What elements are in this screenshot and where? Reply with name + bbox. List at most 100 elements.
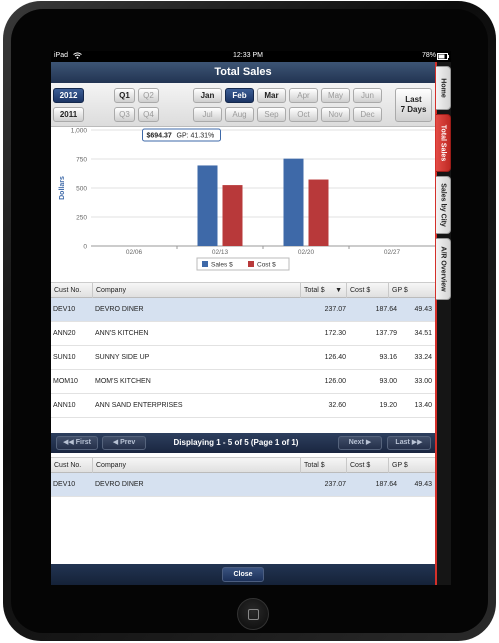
cell-total: 32.60 (328, 402, 346, 409)
cell-gp: 33.24 (414, 354, 432, 361)
y-tick-label: 0 (83, 244, 87, 251)
side-tab-home-label: Home (439, 78, 447, 98)
cell-gp: 49.43 (414, 306, 432, 313)
next-page-icon: ▶ (365, 439, 372, 446)
pager-first-button[interactable]: ◀◀ First (56, 436, 98, 450)
header-company[interactable]: Company (93, 283, 301, 299)
table-row[interactable]: DEV10 DEVRO DINER 237.07 187.64 49.43 (51, 298, 435, 322)
home-button[interactable] (237, 598, 269, 630)
pager-bar: ◀◀ First ◀ Prev Displaying 1 - 5 of 5 (P… (51, 433, 435, 453)
year-button-2011[interactable]: 2011 (53, 107, 84, 122)
pager-next-button[interactable]: Next ▶ (338, 436, 382, 450)
x-tick-label: 02/06 (126, 249, 143, 256)
header-cost[interactable]: Cost $ (347, 283, 389, 299)
cell-company: ANN'S KITCHEN (95, 330, 149, 337)
last-7-days-line1: Last (405, 95, 422, 104)
quarter-button-q4[interactable]: Q4 (138, 107, 159, 122)
cell-company: ANN SAND ENTERPRISES (95, 402, 183, 409)
sales-grid-header: Cust No. Company Total $ ▼ Cost $ GP $ (51, 282, 435, 299)
last-7-days-button[interactable]: Last 7 Days (395, 88, 432, 122)
month-button-apr[interactable]: Apr (289, 88, 318, 103)
quarter-button-q3[interactable]: Q3 (114, 107, 135, 122)
pager-prev-button[interactable]: ◀ Prev (102, 436, 146, 450)
year-button-2012[interactable]: 2012 (53, 88, 84, 103)
bar-sales (283, 158, 304, 246)
month-button-sep[interactable]: Sep (257, 107, 286, 122)
cell-cust: SUN10 (53, 354, 76, 361)
cell-total: 126.40 (324, 354, 346, 361)
y-tick-label: 500 (76, 186, 87, 193)
battery-icon (437, 53, 449, 62)
table-row[interactable]: SUN10 SUNNY SIDE UP 126.40 93.16 33.24 (51, 346, 435, 370)
table-row[interactable]: ANN20 ANN'S KITCHEN 172.30 137.79 34.51 (51, 322, 435, 346)
month-button-oct[interactable]: Oct (289, 107, 318, 122)
cell-company: SUNNY SIDE UP (95, 354, 150, 361)
y-axis-label: Dollars (59, 176, 66, 200)
legend-label: Sales $ (211, 262, 233, 269)
legend-label: Cost $ (257, 262, 276, 269)
cell-cust: ANN20 (53, 330, 76, 337)
clock: 12:33 PM (233, 52, 263, 59)
month-button-feb[interactable]: Feb (225, 88, 254, 103)
side-tab-total-sales-label: Total Sales (439, 124, 447, 162)
side-tab-home[interactable]: Home (436, 66, 451, 110)
month-button-dec[interactable]: Dec (353, 107, 382, 122)
y-tick-label: 1,000 (71, 128, 88, 135)
detail-header-cost[interactable]: Cost $ (347, 458, 389, 474)
header-total[interactable]: Total $ ▼ (301, 283, 347, 299)
bar-sales (197, 165, 218, 246)
detail-header-gp[interactable]: GP $ (389, 458, 435, 474)
month-button-nov[interactable]: Nov (321, 107, 350, 122)
prev-page-icon: ◀ (112, 439, 119, 446)
cell-total: 237.07 (324, 306, 346, 313)
pager-last-button[interactable]: Last ▶▶ (387, 436, 431, 450)
detail-header-total[interactable]: Total $ (301, 458, 347, 474)
legend-swatch (202, 261, 208, 267)
month-button-jul[interactable]: Jul (193, 107, 222, 122)
quarter-button-q1[interactable]: Q1 (114, 88, 135, 103)
status-bar: iPad 12:33 PM 78% (51, 51, 451, 62)
table-row[interactable]: ANN10 ANN SAND ENTERPRISES 32.60 19.20 13.40 (51, 394, 435, 418)
quarter-button-q2[interactable]: Q2 (138, 88, 159, 103)
detail-header-company[interactable]: Company (93, 458, 301, 474)
header-cust-no[interactable]: Cust No. (51, 283, 93, 299)
x-tick-label: 02/20 (298, 249, 315, 256)
y-tick-label: 750 (76, 157, 87, 164)
side-tab-ar-overview[interactable]: A/R Overview (436, 238, 451, 300)
y-tick-label: 250 (76, 215, 87, 222)
tooltip-detail: GP: 41.31% (177, 133, 215, 140)
header-total-label: Total $ (304, 287, 325, 294)
month-button-mar[interactable]: Mar (257, 88, 286, 103)
header-gp[interactable]: GP $ (389, 283, 435, 299)
cell-gp: 13.40 (414, 402, 432, 409)
cell-company: DEVRO DINER (95, 481, 144, 488)
detail-header-cust-no[interactable]: Cust No. (51, 458, 93, 474)
sales-chart: 0 250 500 750 1,000 Dollars 02/06 02/13 02/20 02/… (51, 127, 435, 282)
cell-company: DEVRO DINER (95, 306, 144, 313)
close-button[interactable]: Close (222, 567, 264, 582)
cell-cust: MOM10 (53, 378, 78, 385)
bar-cost (308, 179, 329, 246)
device-name: iPad (54, 52, 69, 59)
wifi-icon (73, 52, 82, 61)
side-tab-sales-by-city[interactable]: Sales by City (436, 176, 451, 234)
table-row[interactable]: MOM10 MOM'S KITCHEN 126.00 93.00 33.00 (51, 370, 435, 394)
battery-percent: 78% (422, 52, 437, 59)
month-button-jun[interactable]: Jun (353, 88, 382, 103)
month-button-aug[interactable]: Aug (225, 107, 254, 122)
cell-gp: 34.51 (414, 330, 432, 337)
side-tab-strip: Home Total Sales Sales by City A/R Overv… (435, 62, 451, 585)
legend-swatch (248, 261, 254, 267)
side-tab-ar-overview-label: A/R Overview (439, 246, 447, 292)
cell-gp: 49.43 (414, 481, 432, 488)
x-tick-label: 02/27 (384, 249, 401, 256)
side-tab-sales-by-city-label: Sales by City (439, 183, 447, 227)
table-row[interactable]: DEV10 DEVRO DINER 237.07 187.64 49.43 (51, 473, 435, 497)
month-button-jan[interactable]: Jan (193, 88, 222, 103)
side-tab-total-sales[interactable]: Total Sales (436, 114, 451, 172)
month-button-may[interactable]: May (321, 88, 350, 103)
pager-prev-label: Prev (120, 439, 136, 446)
last-7-days-line2: 7 Days (400, 105, 427, 114)
sales-chart-svg: 0 250 500 750 1,000 Dollars 02/06 02/13 02/20 02/… (59, 128, 435, 271)
cell-cust: ANN10 (53, 402, 76, 409)
